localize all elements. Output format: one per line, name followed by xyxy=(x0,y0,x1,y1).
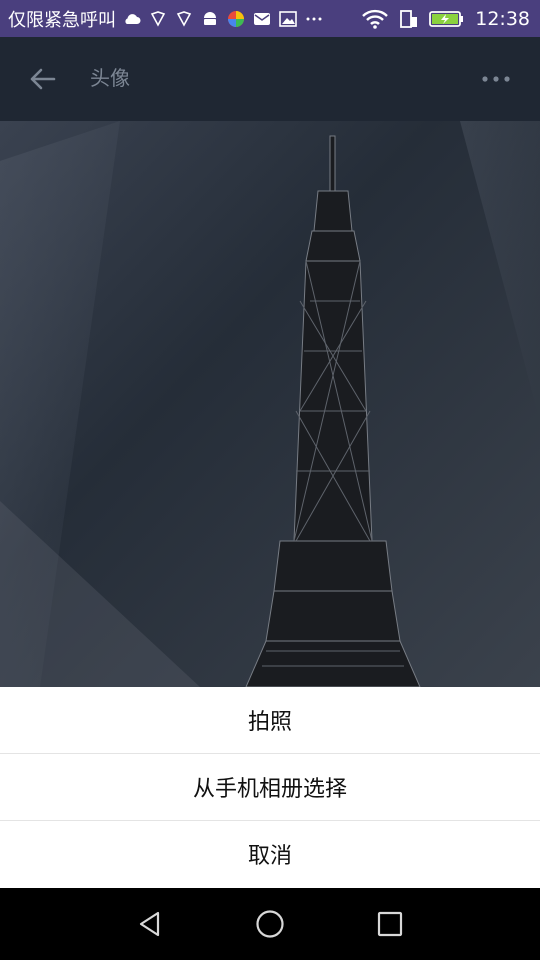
cloud-icon xyxy=(122,9,142,29)
nav-home-button[interactable] xyxy=(250,904,290,944)
back-button[interactable] xyxy=(26,63,58,95)
wifi-icon xyxy=(361,9,389,29)
battery-charging-icon xyxy=(429,9,465,29)
app-bar: 头像 xyxy=(0,37,540,121)
home-circle-icon xyxy=(256,910,284,938)
carrier-status-text: 仅限紧急呼叫 xyxy=(8,9,116,31)
page-title: 头像 xyxy=(90,66,130,90)
mail-icon xyxy=(252,9,272,29)
status-bar: 仅限紧急呼叫 12:38 xyxy=(0,0,540,37)
image-icon xyxy=(278,9,298,29)
cancel-option[interactable]: 取消 xyxy=(0,821,540,887)
android-icon xyxy=(200,9,220,29)
take-photo-option[interactable]: 拍照 xyxy=(0,687,540,753)
sim-icon xyxy=(399,9,419,29)
more-dots-icon xyxy=(304,9,324,29)
nav-recents-button[interactable] xyxy=(370,904,410,944)
back-arrow-icon xyxy=(30,68,56,90)
more-dots-icon xyxy=(482,76,510,82)
shield-icon xyxy=(174,9,194,29)
eiffel-tower-image xyxy=(0,121,540,687)
nav-back-button[interactable] xyxy=(130,904,170,944)
avatar-photo xyxy=(0,121,540,687)
clock: 12:38 xyxy=(475,7,530,30)
back-triangle-icon xyxy=(139,911,160,937)
recents-square-icon xyxy=(377,911,403,937)
more-menu-button[interactable] xyxy=(476,67,516,91)
choose-from-album-option[interactable]: 从手机相册选择 xyxy=(0,754,540,820)
system-nav-bar xyxy=(0,888,540,960)
action-sheet: 拍照 从手机相册选择 取消 xyxy=(0,687,540,888)
shield-icon xyxy=(148,9,168,29)
pinwheel-icon xyxy=(226,9,246,29)
